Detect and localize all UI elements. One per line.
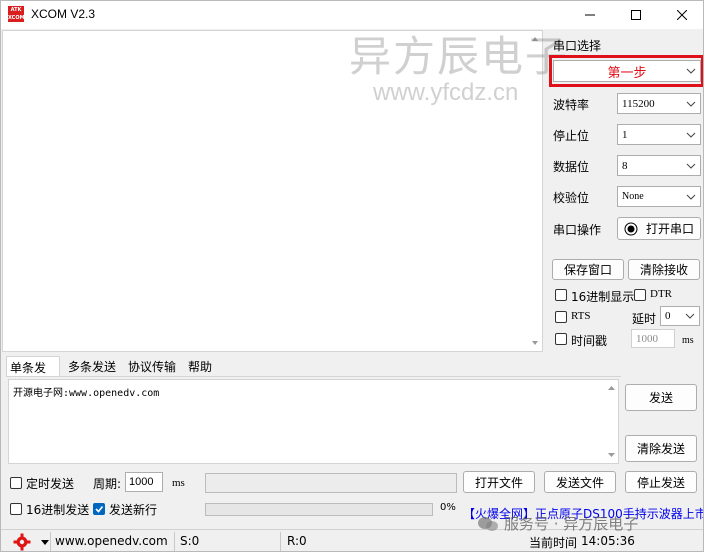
tab-protocol[interactable]: 协议传输	[125, 356, 181, 376]
period-ms-unit: ms	[172, 477, 185, 489]
chevron-down-icon	[685, 313, 695, 319]
dtr-checkbox[interactable]	[634, 289, 646, 301]
file-progress-bar	[205, 473, 457, 493]
send-progress-value: 0%	[440, 502, 456, 513]
status-time: 14:05:36	[581, 534, 635, 548]
hex-send-checkbox[interactable]	[10, 503, 22, 515]
scroll-down-icon	[608, 453, 615, 457]
stop-bits-label: 停止位	[553, 129, 590, 143]
gear-icon[interactable]	[13, 533, 31, 551]
open-file-button[interactable]: 打开文件	[463, 471, 535, 493]
send-newline-label: 发送新行	[109, 503, 158, 517]
timestamp-ms-unit: ms	[682, 335, 694, 346]
watermark-brand: 异方辰电子	[349, 32, 570, 81]
send-textarea[interactable]: 开源电子网:www.openedv.com	[8, 379, 619, 464]
maximize-button[interactable]	[613, 1, 659, 29]
tab-single-send[interactable]: 单条发送	[6, 356, 60, 392]
chevron-down-icon	[686, 163, 696, 169]
delay-select[interactable]: 0	[660, 306, 700, 326]
xcom-window: ATK XCOM XCOM V2.3 异方辰电子 www.yfcdz.cn 串口选…	[0, 0, 704, 552]
app-logo-icon: ATK XCOM	[8, 6, 25, 22]
watermark-url: www.yfcdz.cn	[373, 79, 519, 106]
status-url[interactable]: www.openedv.com	[55, 534, 168, 548]
send-newline-checkbox[interactable]	[93, 503, 105, 515]
timed-send-label: 定时发送	[26, 477, 75, 491]
tab-help[interactable]: 帮助	[185, 356, 225, 376]
tab-divider	[6, 376, 621, 377]
highlight-box	[549, 55, 703, 87]
save-window-button[interactable]: 保存窗口	[552, 259, 624, 280]
maximize-icon	[631, 10, 641, 20]
send-text: 开源电子网:www.openedv.com	[13, 388, 160, 399]
send-scrollbar[interactable]	[605, 380, 618, 463]
status-received-count: R:0	[287, 534, 307, 548]
clear-send-button[interactable]: 清除发送	[625, 435, 697, 462]
rts-label: RTS	[571, 310, 591, 322]
data-bits-label: 数据位	[553, 160, 590, 174]
send-button[interactable]: 发送	[625, 384, 697, 411]
delay-label: 延时	[632, 312, 657, 326]
minimize-button[interactable]	[567, 1, 613, 29]
send-file-button[interactable]: 发送文件	[544, 471, 616, 493]
stop-send-button[interactable]: 停止发送	[625, 471, 697, 493]
tab-multi-send[interactable]: 多条发送	[65, 356, 121, 376]
hex-display-checkbox[interactable]	[555, 289, 567, 301]
scroll-up-icon	[608, 386, 615, 390]
baud-label: 波特率	[553, 98, 590, 112]
status-sent-count: S:0	[180, 534, 200, 548]
baud-select[interactable]: 115200	[617, 93, 701, 114]
hex-send-label: 16进制发送	[26, 503, 90, 517]
rts-checkbox[interactable]	[555, 311, 567, 323]
scroll-down-icon	[532, 341, 538, 345]
port-op-label: 串口操作	[553, 223, 602, 237]
chevron-down-icon	[686, 101, 696, 107]
chat-bubbles-icon	[478, 516, 498, 531]
open-port-button[interactable]: 打开串口	[617, 217, 701, 240]
radio-indicator-icon	[624, 222, 638, 235]
parity-select[interactable]: None	[617, 186, 701, 207]
send-progress-bar	[205, 503, 433, 516]
close-button[interactable]	[659, 1, 703, 29]
dtr-label: DTR	[650, 288, 672, 300]
stop-bits-select[interactable]: 1	[617, 124, 701, 145]
status-time-label: 当前时间	[529, 536, 578, 550]
close-icon	[677, 10, 687, 20]
data-bits-select[interactable]: 8	[617, 155, 701, 176]
minimize-icon	[585, 14, 595, 16]
chevron-down-icon	[686, 132, 696, 138]
check-icon	[95, 506, 104, 513]
caret-down-icon[interactable]	[41, 540, 49, 546]
chevron-down-icon	[686, 194, 696, 200]
parity-label: 校验位	[553, 191, 590, 205]
clear-receive-button[interactable]: 清除接收	[628, 259, 700, 280]
hex-display-label: 16进制显示	[571, 290, 635, 304]
port-label: 串口选择	[553, 39, 602, 53]
timestamp-ms-input[interactable]: 1000	[631, 329, 675, 348]
window-title: XCOM V2.3	[31, 7, 96, 21]
service-watermark: 服务号 · 异方辰电子	[477, 513, 638, 534]
period-label: 周期:	[93, 477, 122, 491]
timestamp-checkbox[interactable]	[555, 333, 567, 345]
period-input[interactable]: 1000	[125, 472, 163, 492]
timed-send-checkbox[interactable]	[10, 477, 22, 489]
timestamp-label: 时间戳	[571, 334, 608, 348]
